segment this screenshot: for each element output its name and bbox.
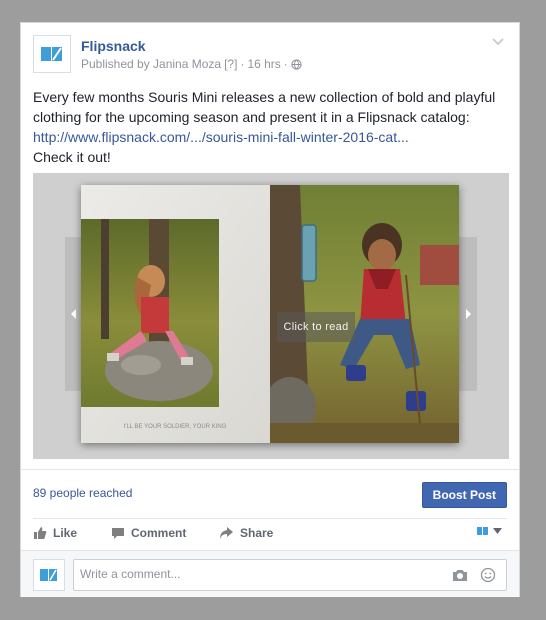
insights-row: 89 people reached Boost Post — [21, 469, 519, 517]
like-button[interactable]: Like — [33, 526, 77, 540]
post-header: Flipsnack Published by Janina Moza [?] ·… — [33, 35, 507, 77]
emoji-icon[interactable] — [480, 567, 496, 583]
catalog-link[interactable]: http://www.flipsnack.com/.../souris-mini… — [33, 127, 509, 147]
comment-label: Comment — [131, 526, 187, 540]
camera-icon[interactable] — [452, 568, 468, 582]
like-label: Like — [53, 526, 78, 540]
arrow-left-icon — [71, 309, 76, 319]
flipbook-preview[interactable]: I'LL BE YOUR SOLDIER, YOUR KING Click to… — [33, 173, 509, 459]
page-avatar[interactable] — [33, 35, 71, 73]
comment-input-box[interactable] — [73, 559, 507, 591]
post-text-cta: Check it out! — [33, 149, 111, 165]
share-button[interactable]: Share — [219, 526, 273, 540]
post-meta: Published by Janina Moza [?] · 16 hrs · — [81, 57, 302, 71]
post-as-selector[interactable] — [477, 526, 502, 536]
flipsnack-logo-icon — [40, 569, 57, 581]
comment-button[interactable]: Comment — [111, 526, 186, 540]
catalog-spread[interactable]: I'LL BE YOUR SOLDIER, YOUR KING Click to… — [81, 185, 459, 443]
comment-input[interactable] — [74, 560, 446, 588]
flipsnack-logo-icon — [41, 47, 62, 61]
share-arrow-icon — [220, 527, 233, 539]
arrow-right-icon — [466, 309, 471, 319]
speech-bubble-icon — [112, 528, 124, 539]
post-text-body: Every few months Souris Mini releases a … — [33, 89, 496, 125]
people-reached-link[interactable]: 89 people reached — [33, 486, 132, 500]
share-label: Share — [240, 526, 274, 540]
globe-icon — [291, 58, 302, 70]
commenter-avatar — [33, 559, 65, 591]
page-identity-icon — [477, 527, 488, 535]
separator-dot: · — [283, 57, 288, 71]
action-bar: Like Comment Share — [33, 518, 507, 549]
chevron-down-icon[interactable] — [491, 37, 505, 47]
left-page-image: I'LL BE YOUR SOLDIER, YOUR KING — [81, 185, 270, 443]
thumbs-up-icon — [34, 527, 47, 539]
post-time[interactable]: 16 hrs — [247, 57, 280, 71]
left-page-caption: I'LL BE YOUR SOLDIER, YOUR KING — [124, 424, 227, 430]
separator-dot: · — [240, 57, 245, 71]
catalog-left-page: I'LL BE YOUR SOLDIER, YOUR KING — [81, 185, 270, 443]
help-badge[interactable]: [?] — [224, 57, 237, 71]
click-to-read-overlay[interactable]: Click to read — [277, 312, 355, 342]
boost-post-button[interactable]: Boost Post — [421, 482, 507, 508]
published-by[interactable]: Published by Janina Moza — [81, 57, 221, 71]
next-page-button[interactable] — [459, 237, 477, 391]
caret-down-icon — [493, 528, 502, 534]
post-card: Flipsnack Published by Janina Moza [?] ·… — [20, 22, 520, 597]
post-message: Every few months Souris Mini releases a … — [33, 87, 509, 167]
comment-composer — [21, 550, 519, 597]
page-name-link[interactable]: Flipsnack — [81, 38, 146, 54]
